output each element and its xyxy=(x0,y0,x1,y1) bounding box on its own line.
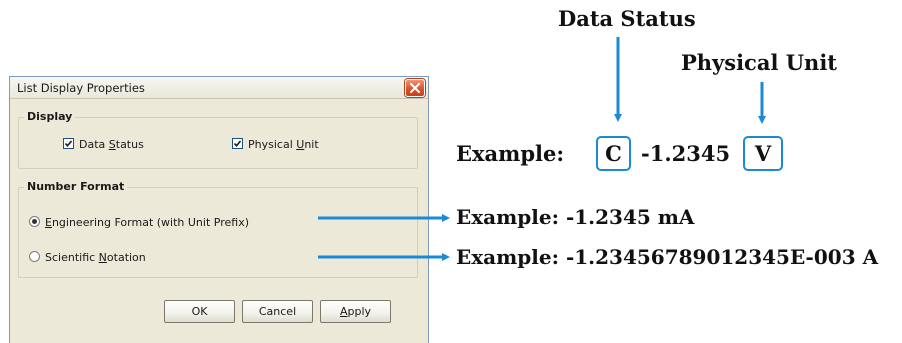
engineering-label-post: ngineering Format (with Unit Prefix) xyxy=(51,216,249,229)
physical-unit-label-post: nit xyxy=(304,138,319,151)
engineering-label-accel: E xyxy=(45,216,52,229)
apply-label-post: pply xyxy=(347,305,372,318)
physical-unit-checkbox[interactable]: Physical Unit xyxy=(232,138,319,151)
scientific-example-text: Example: -1.23456789012345E-003 A xyxy=(456,245,879,269)
scientific-label-accel: N xyxy=(98,251,107,264)
example-value: -1.2345 xyxy=(641,141,731,166)
scientific-label-pre: Scientific xyxy=(45,251,99,264)
checkbox-checked-icon[interactable] xyxy=(63,138,74,149)
physical-unit-annotation: Physical Unit xyxy=(681,50,838,75)
data-status-checkbox[interactable]: Data Status xyxy=(63,138,144,151)
cancel-button[interactable]: Cancel xyxy=(242,300,313,323)
scientific-label-post: otation xyxy=(106,251,146,264)
status-letter-box: C xyxy=(596,136,631,171)
data-status-label-accel: S xyxy=(108,138,116,151)
physical-unit-label-pre: Physical xyxy=(248,138,297,151)
close-icon[interactable] xyxy=(405,79,425,97)
display-group: Display Data Status Physical Unit xyxy=(18,110,418,169)
number-format-group-legend: Number Format xyxy=(24,180,128,193)
radio-selected-icon[interactable] xyxy=(29,216,40,227)
apply-label-accel: A xyxy=(339,305,348,318)
radio-unselected-icon[interactable] xyxy=(29,251,40,262)
scientific-notation-radio[interactable]: Scientific Notation xyxy=(29,251,146,264)
data-status-annotation: Data Status xyxy=(558,6,696,31)
data-status-label-post: tatus xyxy=(115,138,144,151)
apply-button[interactable]: Apply xyxy=(320,300,391,323)
number-format-group: Number Format Engineering Format (with U… xyxy=(18,180,418,278)
unit-letter-box: V xyxy=(743,136,783,171)
display-group-legend: Display xyxy=(24,110,76,123)
data-status-label-pre: Data xyxy=(79,138,109,151)
engineering-example-text: Example: -1.2345 mA xyxy=(456,205,695,229)
dialog-title: List Display Properties xyxy=(17,81,145,95)
list-display-properties-dialog: List Display Properties Display Data Sta… xyxy=(9,76,429,343)
title-bar[interactable]: List Display Properties xyxy=(10,77,428,99)
example-label: Example: xyxy=(456,141,565,166)
ok-button[interactable]: OK xyxy=(164,300,235,323)
engineering-format-radio[interactable]: Engineering Format (with Unit Prefix) xyxy=(29,216,249,229)
checkbox-checked-icon[interactable] xyxy=(232,138,243,149)
